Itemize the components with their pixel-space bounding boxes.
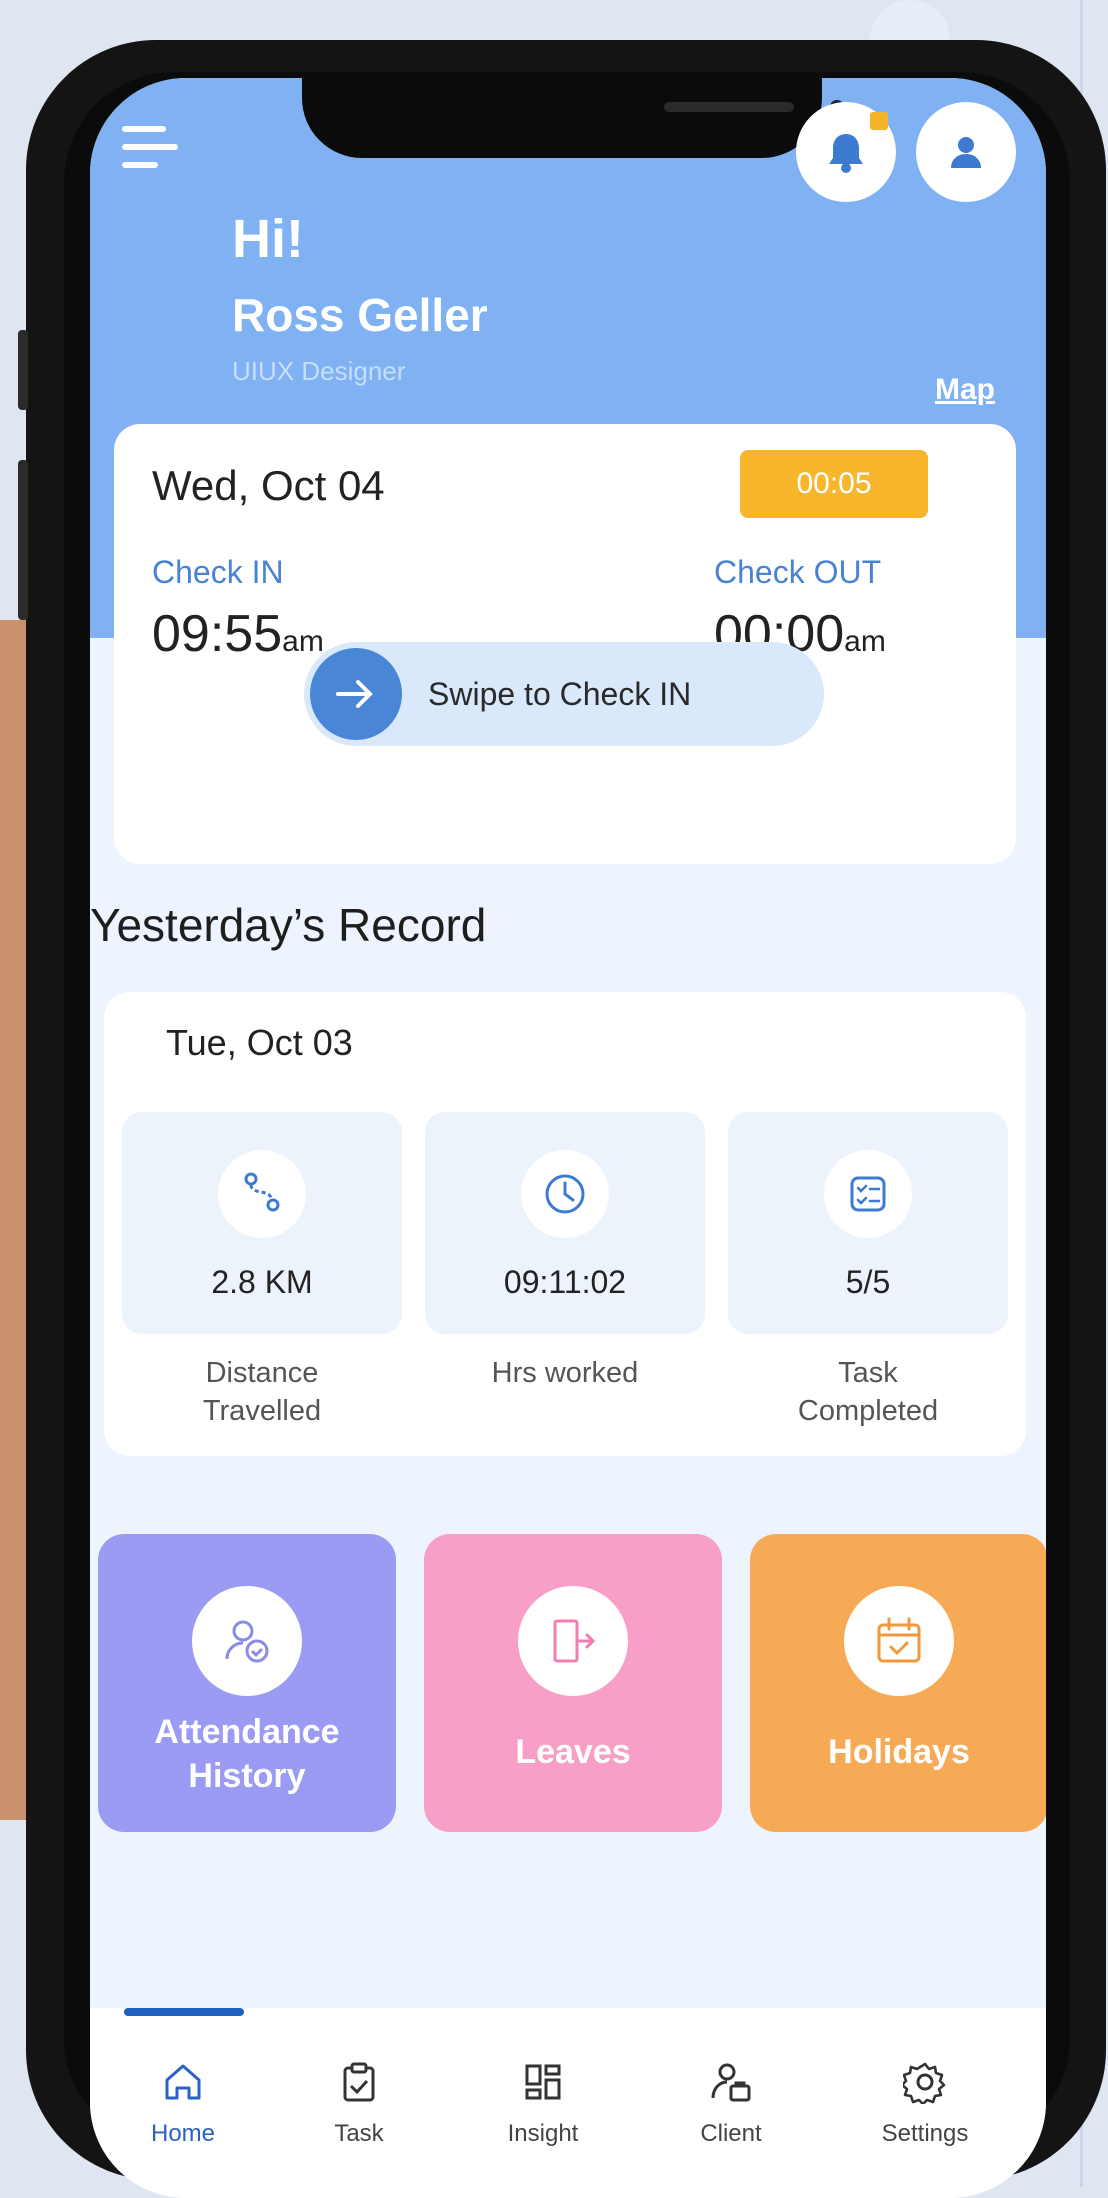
yesterday-card: Tue, Oct 03 2.8 KM Distance Travelled 09… bbox=[104, 992, 1026, 1456]
phone-side-button bbox=[18, 330, 28, 410]
exit-door-icon bbox=[518, 1586, 628, 1696]
stat-card-distance: 2.8 KM bbox=[122, 1112, 402, 1334]
profile-button[interactable] bbox=[916, 102, 1016, 202]
notification-button[interactable] bbox=[796, 102, 896, 202]
tasks-label-line2: Completed bbox=[797, 1395, 939, 1427]
check-in-time: 09:55am bbox=[152, 604, 324, 664]
hours-label: Hrs worked bbox=[425, 1354, 705, 1392]
tasks-label-line1: Task bbox=[838, 1357, 898, 1389]
check-in-time-suffix: am bbox=[282, 625, 324, 658]
notification-badge bbox=[870, 112, 888, 130]
swipe-label: Swipe to Check IN bbox=[428, 675, 692, 712]
today-date: Wed, Oct 04 bbox=[152, 462, 385, 509]
client-icon bbox=[656, 2052, 806, 2112]
leaves-label: Leaves bbox=[515, 1733, 631, 1771]
user-check-icon bbox=[192, 1586, 302, 1696]
nav-label: Client bbox=[700, 2120, 762, 2147]
checklist-icon bbox=[824, 1150, 912, 1238]
distance-value: 2.8 KM bbox=[211, 1264, 313, 1300]
arrow-right-icon bbox=[336, 680, 373, 708]
dashboard-grid-icon bbox=[468, 2052, 618, 2112]
bell-icon bbox=[829, 134, 863, 173]
distance-label-line2: Travelled bbox=[202, 1395, 322, 1427]
check-out-time-suffix: am bbox=[844, 625, 886, 658]
phone-side-button bbox=[18, 460, 28, 620]
distance-label: Distance Travelled bbox=[122, 1354, 402, 1430]
tile-label-line1: Attendance bbox=[154, 1713, 340, 1751]
map-link[interactable]: Map bbox=[935, 373, 995, 407]
route-icon bbox=[218, 1150, 306, 1238]
nav-label: Home bbox=[150, 2120, 216, 2147]
tasks-label: Task Completed bbox=[728, 1354, 1008, 1430]
calendar-check-icon bbox=[844, 1586, 954, 1696]
yesterday-section-title: Yesterday’s Record bbox=[90, 899, 487, 951]
nav-active-indicator bbox=[124, 2008, 244, 2016]
gear-icon bbox=[850, 2052, 1000, 2112]
check-in-card: Wed, Oct 04 00:05 Check IN 09:55am Check… bbox=[114, 424, 1016, 864]
nav-item-home[interactable]: Home bbox=[108, 2052, 258, 2148]
leaves-tile[interactable]: Leaves bbox=[424, 1534, 722, 1832]
stat-card-hours: 09:11:02 bbox=[425, 1112, 705, 1334]
user-icon bbox=[951, 137, 981, 168]
holidays-label: Holidays bbox=[828, 1733, 970, 1771]
swipe-check-in-slider[interactable]: Swipe to Check IN bbox=[304, 642, 824, 746]
hamburger-menu-icon[interactable] bbox=[122, 118, 182, 178]
swipe-handle[interactable] bbox=[310, 648, 402, 740]
user-name: Ross Geller bbox=[232, 289, 488, 341]
nav-item-insight[interactable]: Insight bbox=[468, 2052, 618, 2148]
app-screen: Hi! Ross Geller UIUX Designer Map Wed, O… bbox=[90, 78, 1046, 2198]
stat-card-tasks: 5/5 bbox=[728, 1112, 1008, 1334]
hours-value: 09:11:02 bbox=[503, 1264, 627, 1300]
greeting-text: Hi! bbox=[232, 209, 304, 269]
user-role: UIUX Designer bbox=[232, 356, 406, 386]
clipboard-check-icon bbox=[284, 2052, 434, 2112]
speaker bbox=[664, 102, 794, 112]
clock-icon bbox=[521, 1150, 609, 1238]
phone-notch bbox=[302, 78, 844, 158]
bottom-navigation: Home Task Insight Client Settings bbox=[90, 2008, 1046, 2198]
tile-label-line2: History bbox=[188, 1757, 306, 1795]
attendance-history-label: Attendance History bbox=[98, 1710, 396, 1798]
home-icon bbox=[108, 2052, 258, 2112]
nav-label: Insight bbox=[507, 2120, 579, 2147]
nav-item-client[interactable]: Client bbox=[656, 2052, 806, 2148]
attendance-history-tile[interactable]: Attendance History bbox=[98, 1534, 396, 1832]
check-in-label: Check IN bbox=[152, 554, 284, 590]
nav-item-settings[interactable]: Settings bbox=[850, 2052, 1000, 2148]
check-in-time-value: 09:55 bbox=[152, 605, 283, 663]
distance-label-line1: Distance bbox=[205, 1357, 319, 1389]
nav-label: Task bbox=[334, 2120, 384, 2147]
hours-label-line1: Hrs worked bbox=[491, 1357, 639, 1389]
yesterday-date: Tue, Oct 03 bbox=[166, 1022, 353, 1063]
nav-label: Settings bbox=[881, 2120, 969, 2147]
holidays-tile[interactable]: Holidays bbox=[750, 1534, 1046, 1832]
check-out-label: Check OUT bbox=[714, 554, 882, 590]
nav-item-task[interactable]: Task bbox=[284, 2052, 434, 2148]
tasks-value: 5/5 bbox=[845, 1264, 891, 1300]
elapsed-timer-badge: 00:05 bbox=[740, 450, 928, 518]
